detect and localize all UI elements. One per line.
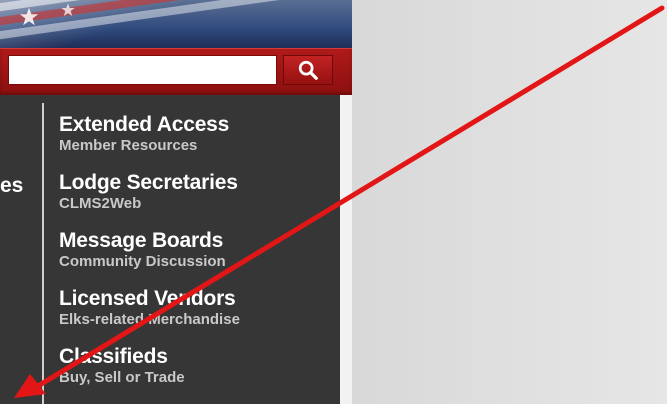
menu-panel-edge <box>340 95 352 404</box>
menu-item-subtitle: Elks-related Merchandise <box>59 311 240 328</box>
menu-item-title: Licensed Vendors <box>59 287 236 310</box>
left-column-fragment: es <box>0 174 24 197</box>
menu-item-message-boards[interactable]: Message Boards Community Discussion <box>59 229 339 287</box>
search-input[interactable] <box>8 55 277 85</box>
menu-item-lodge-secretaries[interactable]: Lodge Secretaries CLMS2Web <box>59 171 339 229</box>
menu-item-title: Message Boards <box>59 229 224 252</box>
search-bar <box>0 48 352 95</box>
menu-item-subtitle: Member Resources <box>59 137 198 154</box>
star-icon <box>19 7 39 26</box>
menu-divider <box>42 103 44 404</box>
menu-item-subtitle: Buy, Sell or Trade <box>59 369 185 386</box>
menu-item-classifieds[interactable]: Classifieds Buy, Sell or Trade <box>59 345 339 403</box>
search-button[interactable] <box>283 55 333 85</box>
menu-item-subtitle: CLMS2Web <box>59 195 142 212</box>
star-icon <box>61 3 75 16</box>
menu-item-extended-access[interactable]: Extended Access Member Resources <box>59 113 339 171</box>
screenshot-stage: es Extended Access Member Resources Lodg… <box>0 0 667 404</box>
flag-banner <box>0 0 352 48</box>
menu-item-title: Lodge Secretaries <box>59 171 238 194</box>
menu-item-title: Classifieds <box>59 345 168 368</box>
menu-item-title: Extended Access <box>59 113 230 136</box>
search-icon <box>298 60 318 80</box>
menu-item-subtitle: Community Discussion <box>59 253 226 270</box>
menu-item-licensed-vendors[interactable]: Licensed Vendors Elks-related Merchandis… <box>59 287 339 345</box>
menu-list: Extended Access Member Resources Lodge S… <box>59 113 339 403</box>
website-region: es Extended Access Member Resources Lodg… <box>0 0 352 404</box>
dropdown-menu-panel: es Extended Access Member Resources Lodg… <box>0 95 340 404</box>
